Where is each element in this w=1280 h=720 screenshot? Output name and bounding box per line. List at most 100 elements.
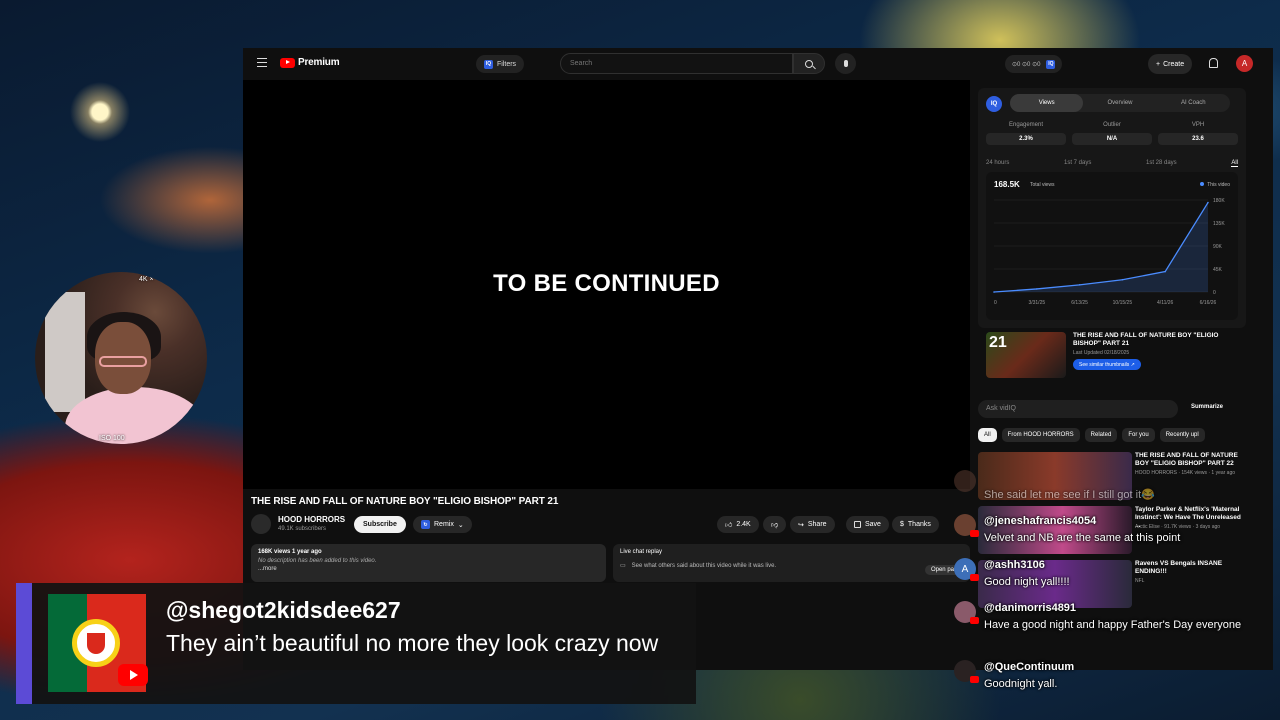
series-area [994,202,1208,292]
x-tick-label: 4/11/26 [1157,300,1174,306]
tab-ai-coach[interactable]: AI Coach [1157,94,1230,112]
range-28d[interactable]: 1st 28 days [1146,160,1177,167]
range-all[interactable]: All [1231,160,1238,167]
chip-for-you[interactable]: For you [1122,428,1155,442]
live-chat-replay: Live chat replay ▭ See what others said … [613,544,970,582]
metric-value: 2.3% [986,133,1066,145]
metric-label: Engagement [1008,122,1044,128]
bookmark-icon [854,521,861,528]
chip-all[interactable]: All [978,428,997,442]
summarize-button[interactable]: Summarize [1191,404,1223,410]
flag-shield-emblem [72,619,120,667]
create-label: Create [1163,60,1185,68]
youtube-icon [970,574,979,581]
x-tick-label: 3/31/25 [1028,300,1045,306]
thanks-label: Thanks [907,521,931,528]
metric-outlier: Outlier N/A [1072,122,1152,145]
thumbnail-number: 21 [989,334,1007,351]
create-button[interactable]: + Create [1148,54,1193,74]
notifications-bell-icon[interactable] [1209,58,1218,68]
channel-subscribers: 49.1K subscribers [278,526,327,532]
channel-row: HOOD HORRORS 49.1K subscribers Subscribe… [251,514,970,536]
subscribe-button[interactable]: Subscribe [354,516,406,533]
chart-legend: This video [1200,182,1230,188]
y-tick-label: 0 [1213,290,1216,296]
youtube-icon [970,617,979,624]
plus-icon: + [1156,60,1161,68]
x-tick-label: 6/16/26 [1200,300,1217,306]
y-tick-label: 180K [1213,198,1225,204]
banner-accent-bar [16,583,32,704]
featured-username: @shegot2kidsdee627 [166,597,401,623]
total-views-dropdown[interactable]: Total views [1030,182,1054,188]
description-box[interactable]: 168K views 1 year ago No description has… [251,544,606,582]
views-chart-svg: 0 45K 90K 135K 180K 0 3/31/25 6/13/25 10/15/25 4/… [993,198,1225,306]
thumbs-down-icon: 👎︎ [771,522,779,529]
video-thumbnail: 21 [986,332,1066,378]
chat-avatar [954,470,976,492]
remix-label: Remix [434,521,454,528]
x-tick-label: 10/15/25 [1113,300,1133,306]
chat-username: @jeneshafrancis4054 [984,515,1097,527]
description-more[interactable]: ...more [258,566,599,572]
remix-button[interactable]: ↻ Remix ⌄ [413,516,472,533]
thumbs-up-icon: 👍︎ [725,522,733,529]
search-button[interactable] [793,53,825,74]
chip-from-channel[interactable]: From HOOD HORRORS [1001,428,1080,442]
video-title: THE RISE AND FALL OF NATURE BOY "ELIGIO … [251,496,559,507]
series-point [993,291,995,293]
channel-avatar[interactable] [251,514,271,534]
ask-vidiq-row: Ask vidIQ Summarize [978,400,1246,418]
filters-label: Filters [497,60,517,68]
microphone-icon [843,60,848,67]
menu-icon[interactable] [257,58,267,67]
views-chart: 168.5K Total views This video 0 45K 90K 135… [986,172,1238,320]
x-tick-label: 0 [994,300,997,306]
chat-username: @QueContinuum [984,661,1075,673]
youtube-badge-icon [118,664,148,686]
thanks-button[interactable]: $ Thanks [892,516,939,533]
save-button[interactable]: Save [846,516,889,533]
chip-related[interactable]: Related [1084,428,1118,442]
vidiq-metrics: Engagement 2.3% Outlier N/A VPH 23.6 [986,122,1238,145]
total-views-value: 168.5K [994,180,1020,189]
logo-text: Premium [298,57,340,68]
metric-value: N/A [1072,133,1152,145]
chat-text: Velvet and NB are the same at this point [984,532,1181,544]
vidiq-icon: IQ [1046,59,1056,69]
dislike-button[interactable]: 👎︎ [763,516,787,533]
dollar-heart-icon: $ [900,521,904,528]
vidiq-panel: IQ Views Overview AI Coach Engagement 2.… [978,88,1246,328]
chat-username: @ashh3106 [984,559,1045,571]
chevron-down-icon: ⌄ [457,521,464,529]
like-button[interactable]: 👍︎ 2.4K [717,516,759,533]
series-point [1078,284,1081,286]
video-player[interactable]: TO BE CONTINUED [243,80,970,489]
extension-stats-pill[interactable]: ⊙0 ⊙0 ⊙0 IQ [1005,55,1063,73]
range-24h[interactable]: 24 hours [986,160,1009,167]
stream-chat-overlay: She said let me see if I still got it😂 @… [950,470,1280,720]
see-similar-thumbnails-button[interactable]: See similar thumbnails ↗ [1073,359,1141,370]
voice-search-button[interactable] [835,53,856,74]
thumbnail-card: 21 THE RISE AND FALL OF NATURE BOY "ELIG… [986,332,1246,380]
filters-button[interactable]: IQ Filters [476,55,525,73]
range-7d[interactable]: 1st 7 days [1064,160,1091,167]
share-button[interactable]: ↪ Share [790,516,835,533]
series-point [1207,201,1209,204]
tab-views[interactable]: Views [1010,94,1084,112]
webcam-background-door [45,292,85,412]
tab-overview[interactable]: Overview [1083,94,1156,112]
stats-text: ⊙0 ⊙0 ⊙0 [1012,61,1041,68]
y-tick-label: 135K [1213,221,1225,227]
search-input[interactable]: Search [560,53,793,74]
account-avatar[interactable]: A [1236,55,1253,72]
chat-text: Have a good night and happy Father's Day… [984,619,1242,631]
youtube-icon [970,530,979,537]
chip-recently-uploaded[interactable]: Recently upl [1159,428,1205,442]
ask-vidiq-input[interactable]: Ask vidIQ [978,400,1178,418]
webcam-person-glasses [99,356,147,367]
chat-username: @danimorris4891 [984,602,1077,614]
channel-name[interactable]: HOOD HORRORS [278,515,345,524]
youtube-play-icon [280,57,295,68]
youtube-logo[interactable]: Premium [280,57,340,68]
